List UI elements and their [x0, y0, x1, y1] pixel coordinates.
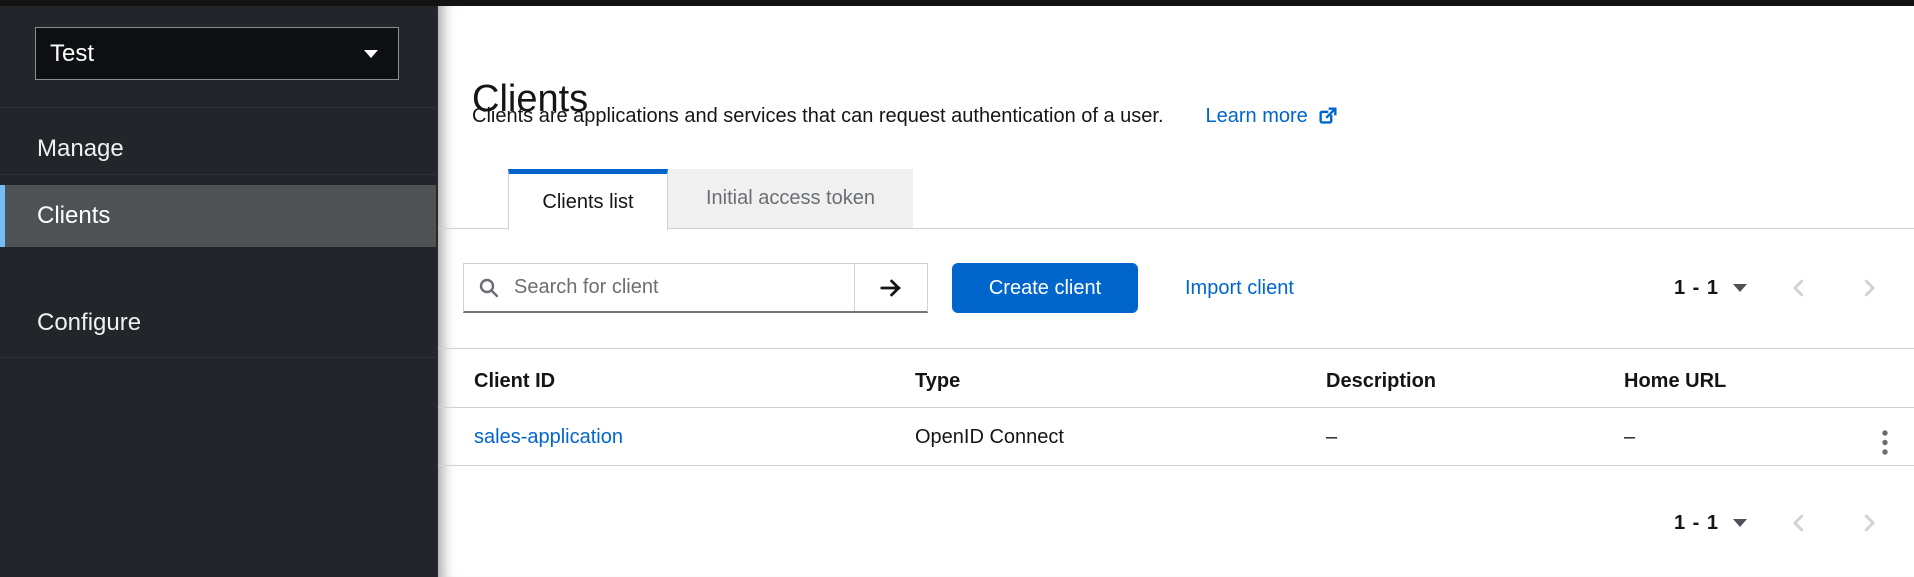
nav-group-configure: Configure — [37, 309, 141, 337]
chevron-right-icon — [1858, 277, 1880, 299]
next-page-button[interactable] — [1856, 498, 1882, 548]
pagination-options-toggle[interactable]: 1 - 1 — [1674, 263, 1747, 313]
column-header-type: Type — [915, 369, 960, 393]
page-description: Clients are applications and services th… — [472, 101, 1164, 131]
arrow-right-icon — [878, 275, 904, 301]
nav-group-manage: Manage — [37, 135, 124, 163]
sidebar-item-label: Clients — [37, 202, 110, 230]
sidebar-item-clients[interactable]: Clients — [0, 185, 436, 247]
divider — [0, 174, 436, 175]
pagination-options-toggle[interactable]: 1 - 1 — [1674, 498, 1747, 548]
search-input[interactable] — [514, 264, 854, 311]
column-header-client-id: Client ID — [474, 369, 555, 393]
caret-down-icon — [364, 50, 378, 58]
realm-selector-dropdown[interactable]: Test — [35, 27, 399, 80]
page-description-row: Clients are applications and services th… — [472, 101, 1339, 131]
divider — [438, 407, 1914, 408]
chevron-left-icon — [1788, 277, 1810, 299]
tab-label: Initial access token — [706, 187, 875, 210]
pagination-bottom: 1 - 1 — [1674, 498, 1888, 548]
current-realm-label: Test — [50, 40, 94, 68]
pagination-range: 1 - 1 — [1674, 277, 1719, 300]
client-description-cell: – — [1326, 425, 1337, 449]
import-client-link[interactable]: Import client — [1185, 263, 1294, 313]
pagination-top: 1 - 1 — [1674, 263, 1888, 313]
chevron-right-icon — [1858, 512, 1880, 534]
tab-label: Clients list — [542, 191, 633, 214]
pagination-range: 1 - 1 — [1674, 512, 1719, 535]
client-search-group — [463, 263, 928, 313]
search-icon — [464, 264, 514, 311]
client-type-cell: OpenID Connect — [915, 425, 1064, 449]
divider — [0, 357, 436, 358]
divider — [0, 107, 436, 108]
column-header-description: Description — [1326, 369, 1436, 393]
tab-initial-access-token[interactable]: Initial access token — [668, 169, 913, 228]
search-submit-button[interactable] — [855, 264, 927, 311]
caret-down-icon — [1733, 284, 1747, 292]
learn-more-link[interactable]: Learn more — [1206, 101, 1339, 131]
prev-page-button[interactable] — [1786, 263, 1812, 313]
client-id-link[interactable]: sales-application — [474, 425, 623, 449]
caret-down-icon — [1733, 519, 1747, 527]
create-client-button[interactable]: Create client — [952, 263, 1138, 313]
client-home-url-cell: – — [1624, 425, 1635, 449]
tab-clients-list[interactable]: Clients list — [508, 169, 668, 230]
external-link-icon — [1317, 105, 1339, 127]
main-content: Clients Clients are applications and ser… — [438, 6, 1914, 577]
chevron-left-icon — [1788, 512, 1810, 534]
masthead-edge — [0, 0, 1914, 6]
column-header-home-url: Home URL — [1624, 369, 1726, 393]
divider — [438, 465, 1914, 466]
next-page-button[interactable] — [1856, 263, 1882, 313]
kebab-icon — [1880, 429, 1890, 457]
divider — [438, 348, 1914, 349]
learn-more-label: Learn more — [1206, 101, 1308, 131]
row-actions-kebab-button[interactable] — [1865, 421, 1905, 465]
sidebar: Test Manage Clients Configure — [0, 6, 438, 577]
prev-page-button[interactable] — [1786, 498, 1812, 548]
